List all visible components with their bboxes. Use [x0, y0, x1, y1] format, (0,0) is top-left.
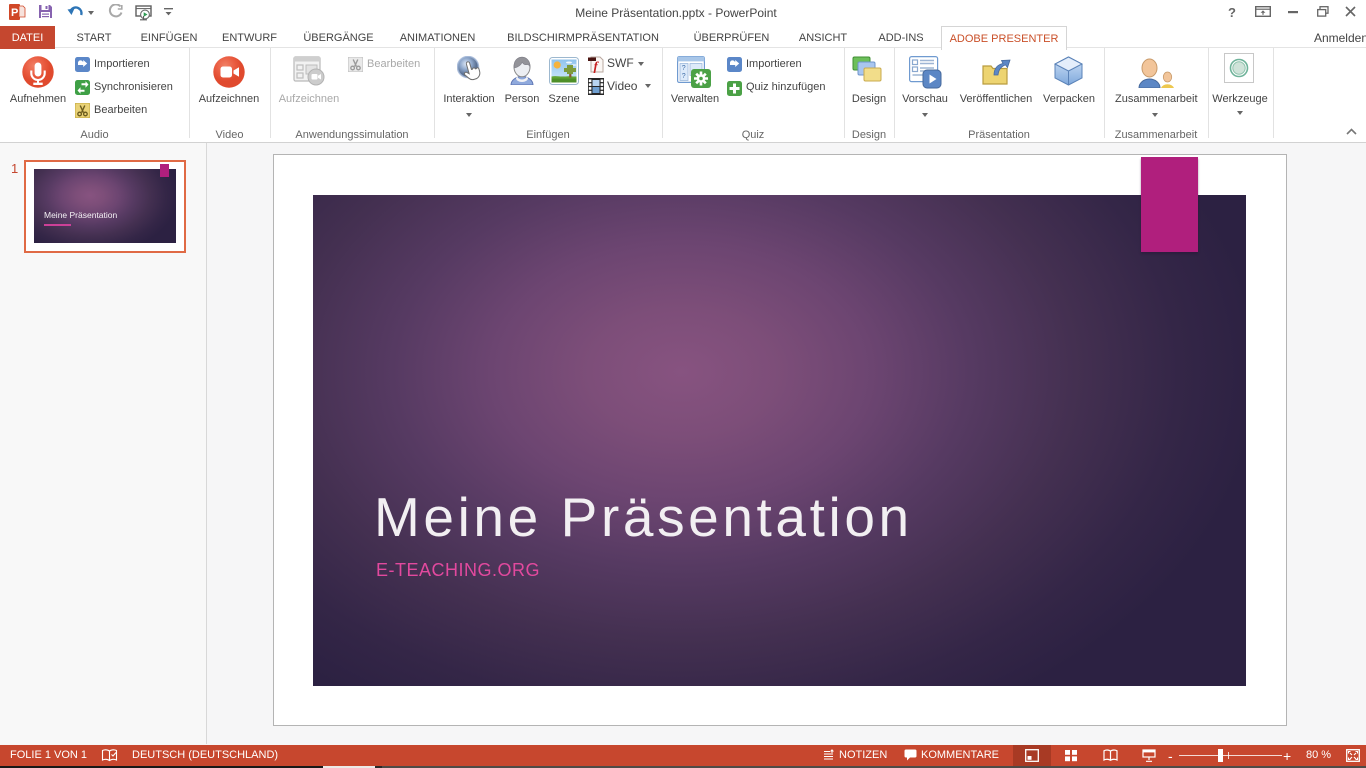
svg-text:?: ? [682, 73, 686, 80]
svg-text:?: ? [682, 65, 686, 72]
